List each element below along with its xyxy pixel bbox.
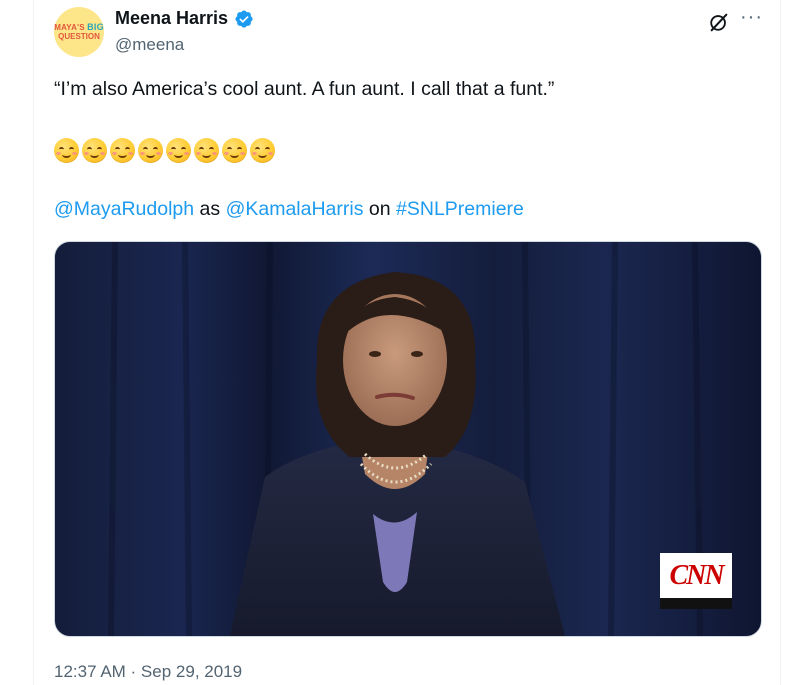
avatar-logo-text-top: MAYA'S BIG	[54, 23, 104, 32]
smiling-face-emoji	[194, 138, 219, 163]
verified-badge-icon	[235, 9, 253, 28]
emoji-row	[54, 138, 275, 163]
hashtag-link[interactable]: #SNLPremiere	[396, 198, 524, 220]
mention-link[interactable]: @MayaRudolph	[54, 198, 194, 220]
author-handle[interactable]: @meena	[115, 35, 184, 55]
smiling-face-emoji	[110, 138, 135, 163]
grok-icon[interactable]	[708, 11, 730, 33]
cnn-watermark-bar	[660, 598, 732, 609]
avatar[interactable]: MAYA'S BIG QUESTION	[54, 7, 104, 57]
avatar-text-big: BIG	[87, 22, 104, 32]
tweet-text-line: “I’m also America’s cool aunt. A fun aun…	[54, 78, 555, 100]
tweet-card: MAYA'S BIG QUESTION Meena Harris @meena …	[33, 0, 781, 685]
smiling-face-emoji	[54, 138, 79, 163]
author-name-row: Meena Harris	[115, 8, 254, 29]
mention-link[interactable]: @KamalaHarris	[226, 198, 364, 220]
smiling-face-emoji	[82, 138, 107, 163]
text-on: on	[363, 198, 397, 220]
media-illustration	[108, 242, 703, 636]
tweet-timestamp[interactable]: 12:37 AM · Sep 29, 2019	[54, 662, 242, 682]
tweet-mentions-line: @MayaRudolph as @KamalaHarris on #SNLPre…	[54, 198, 524, 221]
cnn-watermark: CNN	[660, 553, 732, 609]
smiling-face-emoji	[222, 138, 247, 163]
smiling-face-emoji	[166, 138, 191, 163]
text-as: as	[194, 198, 226, 220]
smiling-face-emoji	[250, 138, 275, 163]
more-icon[interactable]: ···	[740, 6, 763, 29]
avatar-text-1: MAYA'S	[54, 23, 85, 32]
avatar-text-2: QUESTION	[58, 32, 100, 41]
cnn-logo-text: CNN	[669, 559, 724, 591]
tweet-media[interactable]: CNN	[54, 241, 762, 637]
author-display-name[interactable]: Meena Harris	[115, 8, 228, 29]
smiling-face-emoji	[138, 138, 163, 163]
